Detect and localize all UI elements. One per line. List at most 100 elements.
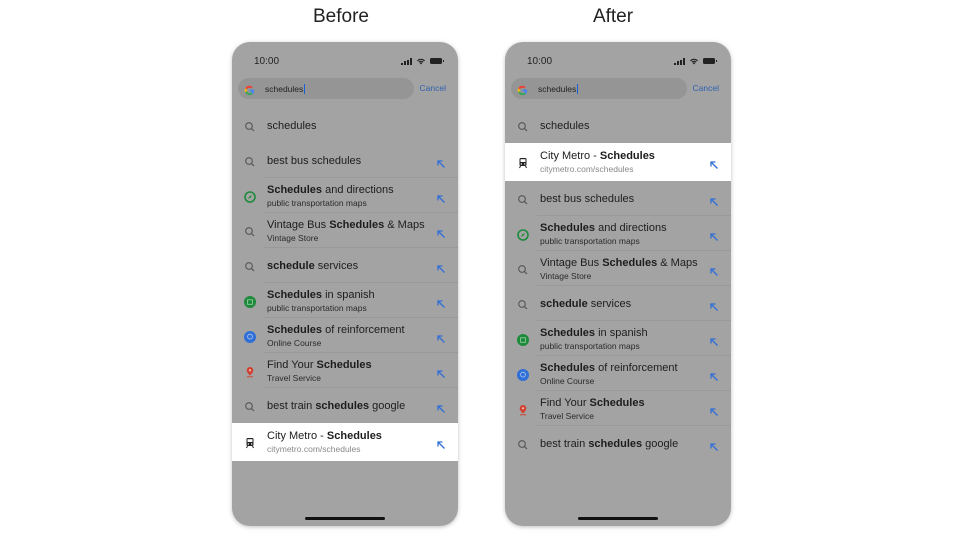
fill-query-arrow-icon[interactable] — [436, 226, 446, 238]
train-icon — [244, 436, 256, 449]
suggestion-title: best train schedules google — [540, 438, 703, 450]
title-part: Schedules — [540, 221, 596, 234]
suggestion-item[interactable]: Schedules in spanish public transportatio… — [505, 321, 731, 356]
compass-icon — [517, 228, 529, 241]
suggestion-item[interactable]: Schedules of reinforcement Online Course — [505, 356, 731, 391]
search-icon — [244, 260, 256, 272]
fill-query-arrow-icon[interactable] — [436, 156, 446, 168]
title-part: best train — [540, 437, 589, 450]
fill-query-arrow-icon[interactable] — [436, 191, 446, 203]
fill-query-arrow-icon[interactable] — [709, 299, 719, 311]
suggestion-item[interactable]: best train schedules google — [505, 426, 731, 461]
title-part: Schedules — [267, 288, 323, 301]
suggestion-item[interactable]: Schedules in spanish public transportatio… — [232, 283, 458, 318]
suggestion-item[interactable]: best train schedules google — [232, 388, 458, 423]
suggestion-item[interactable]: Schedules and directions public transport… — [505, 216, 731, 251]
compass-icon — [244, 190, 256, 203]
course-icon — [244, 330, 256, 343]
suggestion-item[interactable]: Vintage Bus Schedules & Maps Vintage Stor… — [232, 213, 458, 248]
suggestion-item[interactable]: Find Your Schedules Travel Service — [232, 353, 458, 388]
suggestion-title: Schedules of reinforcement — [540, 362, 703, 374]
cancel-button[interactable]: Cancel — [420, 83, 446, 93]
title-part: schedules — [588, 437, 643, 450]
fill-query-arrow-icon[interactable] — [436, 331, 446, 343]
search-icon — [517, 298, 529, 310]
suggestion-item[interactable]: Schedules and directions public transport… — [232, 178, 458, 213]
suggestion-item[interactable]: Find Your Schedules Travel Service — [505, 391, 731, 426]
title-part: in spanish — [595, 326, 648, 339]
fill-query-arrow-icon[interactable] — [436, 437, 446, 449]
status-bar: 10:00 — [527, 54, 717, 68]
location-pin-icon — [244, 365, 256, 377]
after-panel-title: After — [592, 6, 634, 27]
status-time: 10:00 — [527, 55, 553, 67]
search-icon — [517, 438, 529, 450]
suggestion-subtitle: Vintage Store — [267, 232, 319, 243]
suggestion-title: schedules — [540, 120, 703, 132]
suggestion-item[interactable]: schedule services — [232, 248, 458, 283]
title-part: services — [314, 259, 359, 272]
suggestion-item[interactable]: Schedules of reinforcement Online Course — [232, 318, 458, 353]
suggestion-subtitle: citymetro.com/schedules — [267, 444, 361, 454]
title-part: & Maps — [384, 218, 425, 231]
suggestion-title: Schedules in spanish — [267, 289, 430, 301]
suggestion-subtitle: citymetro.com/schedules — [540, 164, 634, 174]
title-part: schedules — [315, 399, 370, 412]
search-icon — [244, 120, 256, 132]
suggestion-subtitle: public transportation maps — [540, 340, 640, 351]
title-part: Schedules — [599, 150, 655, 162]
fill-query-arrow-icon[interactable] — [709, 229, 719, 241]
search-query[interactable]: schedules — [538, 83, 579, 94]
suggestion-subtitle: public transportation maps — [267, 197, 367, 208]
status-time: 10:00 — [254, 55, 280, 67]
suggestion-subtitle: Travel Service — [540, 410, 595, 421]
title-part: Schedules — [602, 256, 658, 269]
title-part: & Maps — [657, 256, 698, 269]
battery-icon — [430, 58, 444, 64]
fill-query-arrow-icon[interactable] — [436, 261, 446, 273]
search-icon — [244, 155, 256, 167]
fill-query-arrow-icon[interactable] — [709, 264, 719, 276]
suggestion-item[interactable]: schedules — [505, 108, 731, 143]
search-input[interactable]: schedules — [511, 78, 687, 99]
suggestion-item[interactable]: schedules — [232, 108, 458, 143]
title-part: Schedules — [267, 183, 323, 196]
suggestion-item[interactable]: best bus schedules — [232, 143, 458, 178]
fill-query-arrow-icon[interactable] — [436, 401, 446, 413]
wifi-icon — [690, 58, 698, 65]
fill-query-arrow-icon[interactable] — [709, 404, 719, 416]
search-icon — [517, 120, 529, 132]
highlighted-suggestion[interactable]: City Metro - Schedules citymetro.com/sche… — [232, 423, 458, 461]
suggestion-item[interactable]: Vintage Bus Schedules & Maps Vintage Stor… — [505, 251, 731, 286]
cellular-signal-icon — [401, 57, 412, 65]
fill-query-arrow-icon[interactable] — [436, 366, 446, 378]
suggestion-title: Schedules in spanish — [540, 327, 703, 339]
suggestion-subtitle: Travel Service — [267, 372, 322, 383]
fill-query-arrow-icon[interactable] — [709, 157, 719, 169]
fill-query-arrow-icon[interactable] — [709, 439, 719, 451]
suggestion-item[interactable]: schedule services — [505, 286, 731, 321]
title-part: Schedules — [589, 396, 645, 409]
highlighted-suggestion[interactable]: City Metro - Schedules citymetro.com/sche… — [505, 143, 731, 181]
suggestion-title: Schedules of reinforcement — [267, 324, 430, 336]
title-part: Schedules — [540, 361, 596, 374]
search-query[interactable]: schedules — [265, 83, 306, 94]
wifi-icon — [417, 58, 425, 65]
calendar-icon — [517, 333, 529, 346]
title-part: of reinforcement — [595, 361, 678, 374]
status-bar: 10:00 — [254, 54, 444, 68]
title-part: Schedules — [540, 326, 596, 339]
search-input[interactable]: schedules — [238, 78, 414, 99]
suggestion-item[interactable]: best bus schedules — [505, 181, 731, 216]
fill-query-arrow-icon[interactable] — [709, 369, 719, 381]
cancel-button[interactable]: Cancel — [693, 83, 719, 93]
fill-query-arrow-icon[interactable] — [436, 296, 446, 308]
fill-query-arrow-icon[interactable] — [709, 194, 719, 206]
suggestion-title: schedules — [267, 120, 430, 132]
battery-icon — [703, 58, 717, 64]
suggestion-subtitle: public transportation maps — [540, 235, 640, 246]
search-icon — [244, 225, 256, 237]
home-indicator — [305, 517, 385, 520]
fill-query-arrow-icon[interactable] — [709, 334, 719, 346]
suggestion-subtitle: Vintage Store — [540, 270, 592, 281]
